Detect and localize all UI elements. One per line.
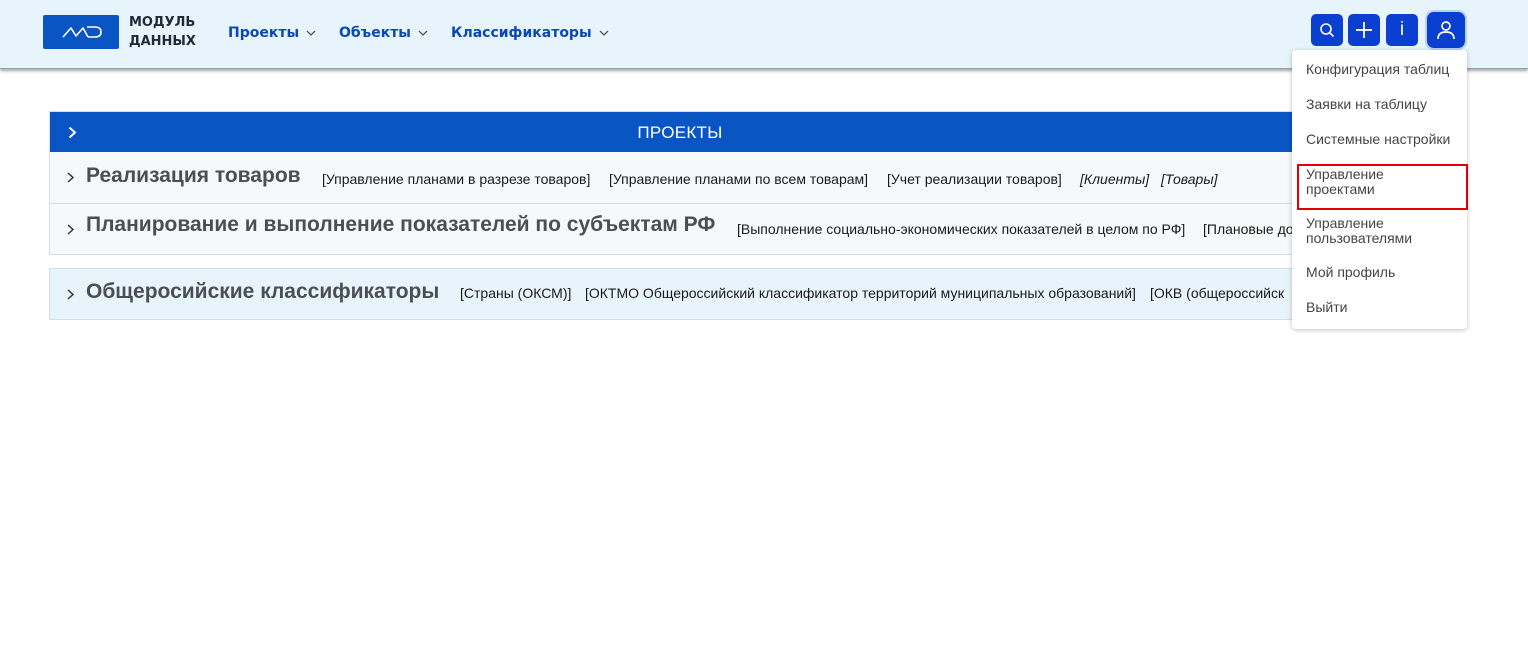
nav-projects-label: Проекты xyxy=(228,25,300,41)
menu-item-project-management-line2: проектами xyxy=(1306,181,1375,197)
user-menu-button[interactable] xyxy=(1427,12,1465,48)
add-button[interactable] xyxy=(1348,14,1380,46)
classifier-link[interactable]: [Страны (ОКСМ)] xyxy=(460,285,571,301)
user-icon xyxy=(1437,21,1455,40)
table-link[interactable]: [Учет реализации товаров] xyxy=(887,171,1062,187)
menu-item-user-management[interactable]: Управление пользователями xyxy=(1306,216,1412,246)
classifier-link[interactable]: [ОКТМО Общероссийский классификатор терр… xyxy=(585,285,1136,301)
app-name-line2: ДАННЫХ xyxy=(129,34,196,49)
projects-panel-title: ПРОЕКТЫ xyxy=(637,123,723,142)
nav-objects-label: Объекты xyxy=(339,25,411,41)
table-link[interactable]: [Выполнение социально-экономических пока… xyxy=(737,221,1185,237)
chevron-right-icon[interactable] xyxy=(66,288,75,301)
menu-item-project-management[interactable]: Управление проектами xyxy=(1306,167,1384,197)
project-title[interactable]: Реализация товаров xyxy=(86,164,301,188)
chevron-right-icon[interactable] xyxy=(66,171,75,184)
menu-item-table-config[interactable]: Конфигурация таблиц xyxy=(1306,62,1449,77)
chevron-right-icon[interactable] xyxy=(66,223,75,236)
nav-objects[interactable]: Объекты xyxy=(339,23,428,43)
nav-classifiers[interactable]: Классификаторы xyxy=(451,23,609,43)
projects-panel-header[interactable]: ПРОЕКТЫ xyxy=(50,112,1310,152)
plus-icon xyxy=(1356,22,1372,38)
project-row-sales: Реализация товаров [Управление планами в… xyxy=(50,152,1310,202)
menu-item-my-profile[interactable]: Мой профиль xyxy=(1306,265,1395,280)
logo-mark-icon xyxy=(62,26,102,38)
user-dropdown-menu: Конфигурация таблиц Заявки на таблицу Си… xyxy=(1292,50,1467,329)
classifier-link[interactable]: [ОКВ (общероссийск xyxy=(1150,285,1284,301)
menu-item-logout[interactable]: Выйти xyxy=(1306,300,1347,315)
projects-panel: ПРОЕКТЫ Реализация товаров [Управление п… xyxy=(49,111,1311,255)
table-link[interactable]: [Плановые до xyxy=(1203,221,1294,237)
menu-item-user-management-line1: Управление xyxy=(1306,215,1384,231)
app-name: МОДУЛЬ ДАННЫХ xyxy=(129,13,219,51)
chevron-down-icon xyxy=(418,30,428,36)
menu-item-user-management-line2: пользователями xyxy=(1306,230,1413,246)
search-button[interactable] xyxy=(1311,14,1343,46)
classifiers-title[interactable]: Общеросийские классификаторы xyxy=(86,280,439,304)
chevron-down-icon xyxy=(599,30,609,36)
nav-classifiers-label: Классификаторы xyxy=(451,25,592,41)
menu-item-table-requests[interactable]: Заявки на таблицу xyxy=(1306,97,1427,112)
nav-projects[interactable]: Проекты xyxy=(228,23,316,43)
table-link[interactable]: [Клиенты] xyxy=(1080,171,1149,187)
classifiers-row: Общеросийские классификаторы [Страны (ОК… xyxy=(50,269,1310,319)
project-row-planning: Планирование и выполнение показателей по… xyxy=(50,204,1310,254)
search-icon xyxy=(1320,23,1335,38)
logo[interactable] xyxy=(43,15,119,49)
info-icon: i xyxy=(1399,19,1405,40)
project-title[interactable]: Планирование и выполнение показателей по… xyxy=(86,213,715,237)
classifiers-panel: Общеросийские классификаторы [Страны (ОК… xyxy=(49,268,1311,320)
table-link[interactable]: [Товары] xyxy=(1161,171,1218,187)
menu-item-project-management-line1: Управление xyxy=(1306,166,1384,182)
chevron-down-icon xyxy=(306,30,316,36)
info-button[interactable]: i xyxy=(1386,14,1418,46)
app-name-line1: МОДУЛЬ xyxy=(129,15,196,30)
menu-item-system-settings[interactable]: Системные настройки xyxy=(1306,132,1450,147)
table-link[interactable]: [Управление планами по всем товарам] xyxy=(609,171,868,187)
table-link[interactable]: [Управление планами в разрезе товаров] xyxy=(322,171,590,187)
